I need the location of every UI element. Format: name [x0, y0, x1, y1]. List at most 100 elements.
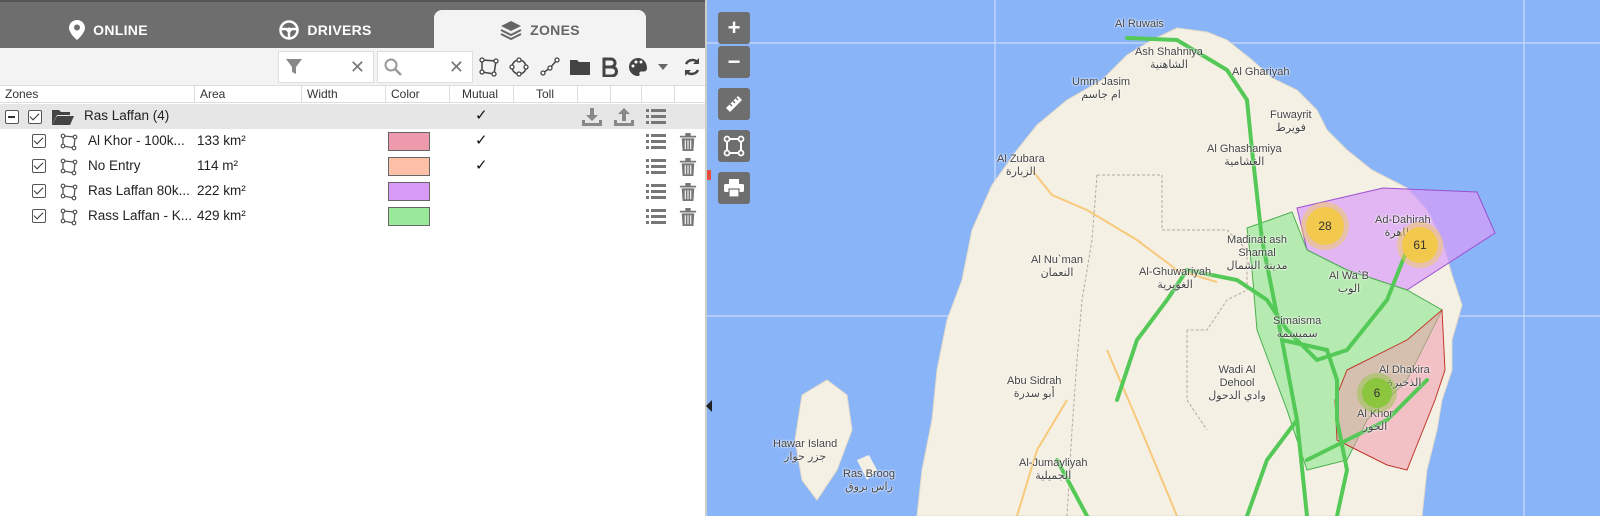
trash-icon[interactable] — [678, 133, 698, 151]
place-madinat-ash-shamal-ar: مدينة الشمال — [1226, 260, 1288, 272]
zone-checkbox[interactable] — [32, 184, 46, 198]
print-button[interactable] — [718, 172, 750, 204]
zoom-out-button[interactable]: − — [718, 46, 750, 78]
col-toll[interactable]: Toll — [514, 86, 578, 103]
tab-online-label: ONLINE — [93, 22, 148, 38]
zone-row[interactable]: Al Khor - 100k... 133 km² ✓ — [0, 129, 705, 154]
zone-checkbox[interactable] — [32, 209, 46, 223]
polygon-icon[interactable] — [478, 56, 500, 78]
place-wadi-al-dehool: Wadi Al Dehool وادي الدحول — [1202, 364, 1272, 403]
place-al-numan-name: Al Nu`man — [1031, 254, 1083, 266]
zone-row[interactable]: Rass Laffan - K... 429 km² — [0, 204, 705, 229]
place-abu-sidrah-name: Abu Sidrah — [1007, 375, 1062, 387]
zone-name: Al Khor - 100k... — [88, 133, 185, 148]
zone-row[interactable]: No Entry 114 m² ✓ — [0, 154, 705, 179]
col-mutual[interactable]: Mutual — [450, 86, 514, 103]
measure-ruler-button[interactable] — [718, 88, 750, 120]
col-zones[interactable]: Zones — [0, 86, 195, 103]
place-al-dhakira-name: Al Dhakira — [1379, 364, 1430, 376]
zoom-in-button[interactable]: + — [718, 12, 750, 44]
list-icon[interactable] — [646, 183, 666, 201]
tab-zones-label: ZONES — [530, 22, 580, 38]
palette-icon[interactable] — [627, 56, 649, 78]
group-mutual-check: ✓ — [475, 107, 488, 124]
place-al-ghashamiya-name: Al Ghashamiya — [1207, 143, 1282, 155]
tab-drivers[interactable]: DRIVERS — [217, 10, 434, 50]
filter-icon — [286, 59, 302, 74]
zone-row[interactable]: Ras Laffan 80k... 222 km² — [0, 179, 705, 204]
place-al-wab-name: Al Wa`B — [1329, 270, 1369, 282]
place-fuwayrit-ar: فويرط — [1275, 122, 1306, 134]
place-al-ghashamiya: Al Ghashamiya الغشامية — [1207, 143, 1282, 169]
folder-icon[interactable] — [569, 56, 591, 78]
list-icon[interactable] — [646, 158, 666, 176]
vehicle-cluster-marker[interactable]: 6 — [1362, 378, 1392, 408]
tab-zones[interactable]: ZONES — [434, 10, 646, 50]
place-al-ghuwariyah-name: Al-Ghuwariyah — [1139, 266, 1212, 278]
trash-icon[interactable] — [678, 183, 698, 201]
zone-color-swatch[interactable] — [388, 207, 430, 226]
list-icon[interactable] — [646, 133, 666, 151]
col-spacer-3 — [642, 86, 675, 103]
place-al-wab: Al Wa`B الوب — [1329, 270, 1369, 296]
place-umm-jasim: Umm Jasim ام جاسم — [1072, 76, 1130, 102]
collapse-group-toggle[interactable] — [5, 110, 19, 124]
list-icon[interactable] — [646, 208, 666, 226]
ruler-icon — [726, 96, 742, 112]
refresh-icon[interactable] — [681, 56, 703, 78]
zone-checkbox[interactable] — [32, 159, 46, 173]
vehicle-cluster-marker[interactable]: 61 — [1402, 227, 1438, 263]
upload-icon[interactable] — [614, 108, 634, 126]
tab-online[interactable]: ONLINE — [0, 10, 217, 50]
map-view[interactable]: Al Ruwais Ash Shahniya الشاهنية Al Ghariy… — [705, 0, 1600, 516]
zone-area: 133 km² — [197, 133, 246, 148]
list-icon[interactable] — [646, 108, 666, 126]
zones-toolbar: ✕ ✕ — [0, 48, 705, 86]
trash-icon[interactable] — [678, 208, 698, 226]
place-simaisma-name: Simaisma — [1273, 315, 1322, 327]
trash-icon[interactable] — [678, 158, 698, 176]
zone-checkbox[interactable] — [32, 134, 46, 148]
tab-bar: ONLINE DRIVERS ZONES — [0, 0, 705, 50]
col-area[interactable]: Area — [195, 86, 302, 103]
zone-color-swatch[interactable] — [388, 157, 430, 176]
zone-name: Rass Laffan - K... — [88, 208, 192, 223]
place-shahniya-name: Ash Shahniya — [1135, 46, 1203, 58]
collapse-panel-handle[interactable] — [706, 400, 712, 412]
zone-group-row[interactable]: Ras Laffan (4) ✓ — [0, 104, 705, 129]
group-checkbox[interactable] — [28, 110, 42, 124]
clear-search-icon[interactable]: ✕ — [449, 57, 464, 78]
app: ONLINE DRIVERS ZONES ✕ ✕ Zones Area Widt… — [0, 0, 1600, 516]
polygon-zone-icon — [60, 158, 78, 176]
place-al-ghariyah-name: Al Ghariyah — [1232, 66, 1290, 78]
place-al-ghariyah: Al Ghariyah — [1232, 66, 1289, 79]
bold-icon[interactable] — [599, 56, 621, 78]
zones-table-header: Zones Area Width Color Mutual Toll — [0, 86, 705, 103]
col-spacer-2 — [611, 86, 642, 103]
col-color[interactable]: Color — [386, 86, 450, 103]
filter-input[interactable]: ✕ — [278, 51, 374, 83]
place-shahniya-ar: الشاهنية — [1149, 59, 1188, 71]
vehicle-cluster-marker[interactable]: 28 — [1306, 207, 1344, 245]
route-icon[interactable] — [539, 56, 561, 78]
draw-zone-button[interactable] — [718, 130, 750, 162]
zone-name: No Entry — [88, 158, 141, 173]
circle-zone-icon[interactable] — [508, 56, 530, 78]
place-al-numan-ar: النعمان — [1040, 267, 1074, 279]
zone-color-swatch[interactable] — [388, 182, 430, 201]
zone-mutual-check: ✓ — [475, 157, 488, 174]
map-canvas[interactable] — [707, 0, 1600, 516]
place-shahniya: Ash Shahniya الشاهنية — [1135, 46, 1203, 72]
place-al-khor: Al Khor الخور — [1357, 408, 1393, 434]
dropdown-icon[interactable] — [652, 56, 674, 78]
place-madinat-ash-shamal-name: Madinat ash Shamal — [1227, 234, 1287, 259]
download-icon[interactable] — [582, 108, 602, 126]
edge-marker — [707, 170, 711, 180]
place-al-ruwais-name: Al Ruwais — [1115, 18, 1164, 30]
place-abu-sidrah-ar: أبو سدرة — [1013, 388, 1055, 400]
col-width[interactable]: Width — [302, 86, 386, 103]
clear-filter-icon[interactable]: ✕ — [350, 57, 365, 78]
steering-wheel-icon — [279, 20, 300, 40]
zone-color-swatch[interactable] — [388, 132, 430, 151]
search-input[interactable]: ✕ — [377, 51, 473, 83]
